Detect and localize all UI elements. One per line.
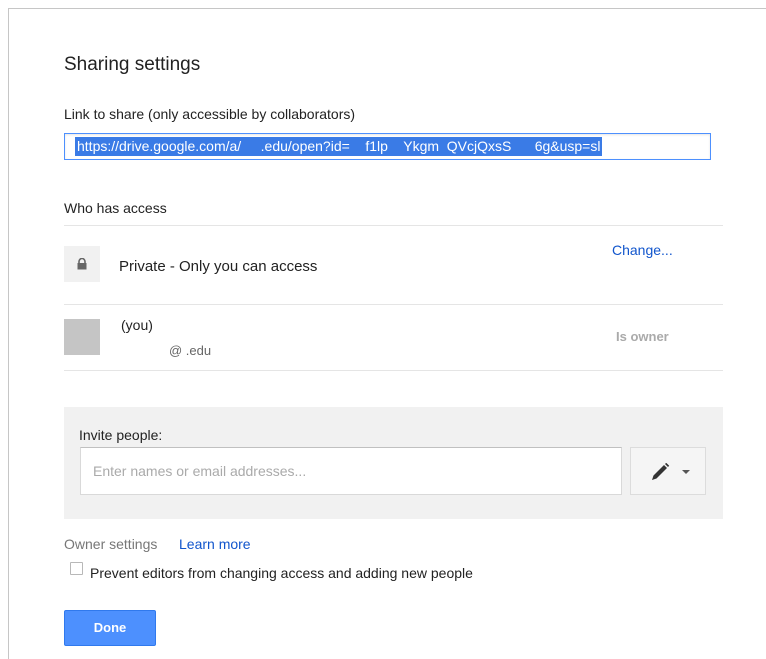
invite-label: Invite people: — [79, 427, 163, 443]
done-button[interactable]: Done — [64, 610, 156, 646]
divider — [64, 225, 723, 226]
chevron-down-icon — [682, 470, 690, 474]
invite-input[interactable] — [80, 447, 622, 495]
learn-more-link[interactable]: Learn more — [179, 536, 251, 552]
share-link-field[interactable]: https://drive.google.com/a/ .edu/open?id… — [64, 133, 711, 160]
visibility-label: Private - Only you can access — [119, 258, 318, 275]
invite-panel: Invite people: — [64, 407, 723, 519]
dialog-title: Sharing settings — [64, 54, 201, 75]
owner-role-label: Is owner — [616, 329, 669, 344]
who-has-access-heading: Who has access — [64, 200, 167, 216]
divider — [64, 304, 723, 305]
prevent-editors-label[interactable]: Prevent editors from changing access and… — [90, 565, 473, 581]
sharing-dialog: Sharing settings Link to share (only acc… — [8, 8, 766, 659]
permission-dropdown-button[interactable] — [630, 447, 706, 495]
share-link-value[interactable]: https://drive.google.com/a/ .edu/open?id… — [75, 137, 603, 156]
prevent-editors-checkbox[interactable] — [70, 562, 83, 575]
owner-email: @ .edu — [169, 343, 212, 358]
pencil-icon — [652, 463, 670, 480]
change-visibility-link[interactable]: Change... — [612, 242, 673, 258]
lock-icon-box — [64, 246, 100, 282]
owner-name: (you) — [121, 317, 153, 333]
link-label: Link to share (only accessible by collab… — [64, 106, 356, 122]
lock-icon — [77, 258, 87, 270]
divider — [64, 370, 723, 371]
avatar — [64, 319, 100, 355]
owner-settings-label: Owner settings — [64, 536, 158, 552]
